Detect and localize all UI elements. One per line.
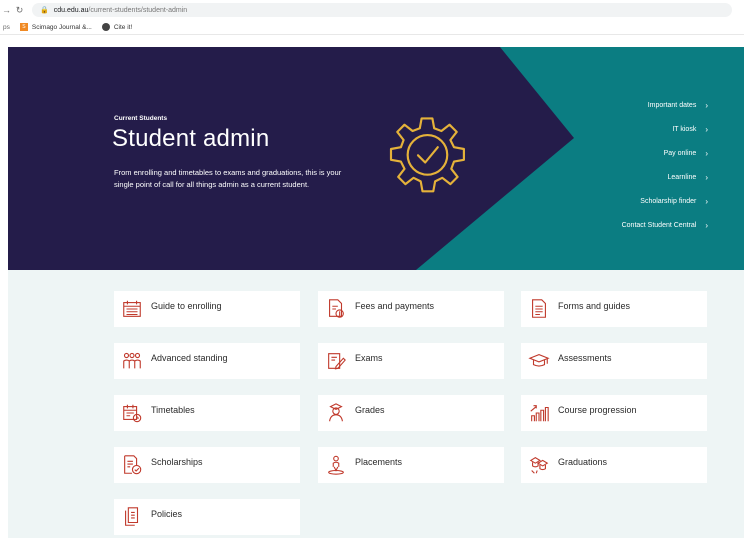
tile-label: Graduations (558, 457, 608, 467)
tile-label: Assessments (558, 353, 612, 363)
link-learnline[interactable]: Learnline › (558, 165, 708, 189)
tile-label: Guide to enrolling (151, 301, 222, 311)
tile-exams[interactable]: Exams (318, 343, 504, 379)
link-scholarship-finder[interactable]: Scholarship finder › (558, 189, 708, 213)
bookmark-scimago[interactable]: S Scimago Journal &... (19, 23, 92, 31)
url-host: cdu.edu.au (53, 6, 89, 14)
page-title: Student admin (112, 125, 270, 152)
quick-links: Important dates › IT kiosk › Pay online › L… (558, 93, 708, 237)
tile-label: Scholarships (151, 457, 203, 467)
tile-scholarships[interactable]: Scholarships (114, 447, 300, 483)
tile-fees-and-payments[interactable]: Fees and payments (318, 291, 504, 327)
people-group-icon (123, 352, 141, 369)
tile-label: Fees and payments (355, 301, 435, 311)
link-contact-student-central[interactable]: Contact Student Central › (558, 213, 708, 237)
invoice-dollar-icon (329, 299, 344, 318)
chevron-right-icon: › (705, 124, 708, 134)
link-label: IT kiosk (672, 125, 697, 133)
link-label: Learnline (667, 173, 697, 181)
tile-label: Course progression (558, 405, 637, 415)
scimago-icon: S (19, 23, 28, 31)
celebration-hats-icon (529, 457, 549, 474)
tile-label: Timetables (151, 405, 195, 415)
tile-assessments[interactable]: Assessments (521, 343, 707, 379)
link-label: Important dates (647, 101, 697, 109)
bookmark-label: Cite it! (113, 23, 133, 31)
exam-pencil-icon (328, 353, 346, 370)
link-label: Scholarship finder (640, 197, 697, 205)
tile-graduations[interactable]: Graduations (521, 447, 707, 483)
address-bar: → ↻ 🔒 cdu.edu.au /current-students/stude… (0, 0, 744, 20)
tile-placements[interactable]: Placements (318, 447, 504, 483)
person-location-icon (328, 455, 344, 475)
graduation-cap-icon (528, 353, 550, 367)
bookmark-cite-it[interactable]: Cite it! (101, 23, 133, 31)
chevron-right-icon: › (705, 100, 708, 110)
documents-stack-icon (125, 507, 139, 526)
forward-icon[interactable]: → (0, 5, 13, 15)
tile-forms-and-guides[interactable]: Forms and guides (521, 291, 707, 327)
tile-label: Exams (355, 353, 383, 363)
chevron-right-icon: › (705, 220, 708, 230)
apps-bookmark[interactable]: ps (3, 24, 10, 31)
certificate-check-icon (124, 455, 142, 475)
tile-course-progression[interactable]: Course progression (521, 395, 707, 431)
link-label: Contact Student Central (621, 221, 697, 229)
tile-label: Policies (151, 509, 183, 519)
hero-description: From enrolling and timetables to exams a… (114, 168, 342, 189)
bookmarks-bar: ps S Scimago Journal &... Cite it! (0, 20, 744, 35)
link-label: Pay online (663, 149, 697, 157)
calendar-icon (123, 300, 141, 317)
link-important-dates[interactable]: Important dates › (558, 93, 708, 117)
document-list-icon (532, 299, 546, 318)
lock-icon: 🔒 (40, 7, 49, 14)
tile-label: Advanced standing (151, 353, 228, 363)
link-pay-online[interactable]: Pay online › (558, 141, 708, 165)
chevron-right-icon: › (705, 172, 708, 182)
tile-label: Placements (355, 457, 403, 467)
url-field[interactable]: 🔒 cdu.edu.au /current-students/student-a… (32, 3, 732, 17)
chevron-right-icon: › (705, 196, 708, 206)
tile-grades[interactable]: Grades (318, 395, 504, 431)
bar-chart-growth-icon (530, 405, 549, 422)
gear-check-icon (389, 117, 465, 193)
tiles-section: Guide to enrolling Fees and payments For… (8, 270, 744, 538)
tile-policies[interactable]: Policies (114, 499, 300, 535)
tile-label: Grades (355, 405, 385, 415)
chevron-right-icon: › (705, 148, 708, 158)
reload-icon[interactable]: ↻ (13, 5, 26, 16)
graduate-person-icon (329, 403, 343, 422)
tile-guide-to-enrolling[interactable]: Guide to enrolling (114, 291, 300, 327)
link-it-kiosk[interactable]: IT kiosk › (558, 117, 708, 141)
url-path: /current-students/student-admin (88, 6, 188, 14)
tile-timetables[interactable]: Timetables (114, 395, 300, 431)
tile-label: Forms and guides (558, 301, 631, 311)
bookmark-label: Scimago Journal &... (31, 23, 92, 31)
hero-eyebrow: Current Students (114, 115, 168, 122)
globe-icon (101, 23, 110, 31)
hero-banner: Current Students Student admin From enro… (8, 47, 744, 270)
timetable-clock-icon (123, 404, 142, 423)
tile-advanced-standing[interactable]: Advanced standing (114, 343, 300, 379)
